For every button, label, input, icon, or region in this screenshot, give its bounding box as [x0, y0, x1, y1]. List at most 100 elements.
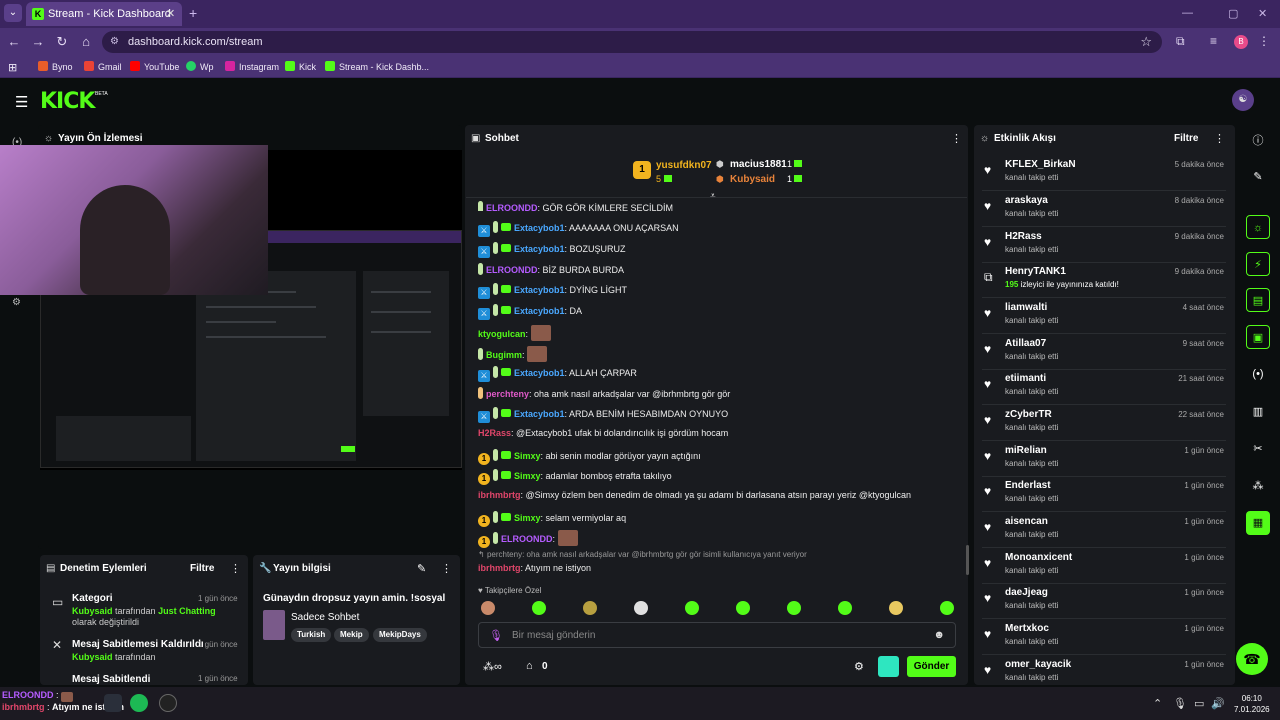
chat-toggle-icon[interactable]: ▣	[1246, 325, 1270, 349]
tag-mekipdays[interactable]: MekipDays	[373, 628, 427, 642]
chat-message[interactable]: 1 ELROONDD:	[478, 530, 578, 548]
chat-menu-icon[interactable]: ⋮	[951, 132, 962, 145]
tools-icon[interactable]: ✂	[1246, 437, 1270, 461]
lightning-icon[interactable]: ⚡	[1246, 252, 1270, 276]
chat-message[interactable]: H2Rass: @Extacybob1 ufak bi dolandırıcıl…	[478, 428, 728, 438]
activity-item[interactable]: ♥ Monoanxicent kanalı takip etti 1 gün önce	[982, 550, 1226, 584]
chat-message[interactable]: ⚔ Extacybob1: ALLAH ÇARPAR	[478, 366, 637, 382]
chat-message[interactable]: ktyogulcan:	[478, 325, 551, 341]
chat-message[interactable]: 1 Simxy: selam vermiyolar aq	[478, 511, 626, 527]
settings-gear-icon[interactable]: ⚙	[12, 297, 21, 308]
forward-icon[interactable]: →	[30, 34, 46, 49]
browser-menu-icon[interactable]: ⋮	[1258, 34, 1270, 48]
preview-toggle-icon[interactable]: ☼	[1246, 215, 1270, 239]
activity-filter-button[interactable]: Filtre	[1174, 133, 1198, 144]
microphone-icon[interactable]: 🎙	[489, 629, 503, 642]
community-icon[interactable]: ⁂	[1246, 474, 1270, 498]
activity-item[interactable]: ♥ aisencan kanalı takip etti 1 gün önce	[982, 514, 1226, 548]
moderation-filter-button[interactable]: Filtre	[190, 563, 214, 574]
tag-mekip[interactable]: Mekip	[334, 628, 369, 642]
taskbar-app-icon[interactable]	[104, 694, 122, 712]
emoji-icon[interactable]: ☻	[933, 629, 945, 641]
hamburger-menu-icon[interactable]: ☰	[15, 93, 28, 111]
bookmark-gmail[interactable]: Gmail	[84, 61, 122, 72]
layers-icon[interactable]: ▥	[1246, 400, 1270, 424]
reload-icon[interactable]: ↻	[54, 34, 70, 50]
send-button[interactable]: Gönder	[907, 656, 956, 677]
home-icon[interactable]: ⌂	[78, 34, 94, 49]
chat-message[interactable]: perchteny: oha amk nasıl arkadşalar var …	[478, 387, 730, 399]
followers-only-label[interactable]: ♥ Takipçilere Özel	[478, 586, 541, 595]
maximize-icon[interactable]: ▢	[1228, 7, 1238, 20]
activity-item[interactable]: ♥ zCyberTR kanalı takip etti 22 saat önce	[982, 407, 1226, 441]
activity-item[interactable]: ♥ omer_kayacik kanalı takip etti 1 gün önce	[982, 657, 1226, 684]
kick-logo[interactable]: KICK	[40, 89, 95, 114]
site-info-icon[interactable]: ⚙	[110, 36, 119, 47]
activity-item[interactable]: ♥ Atillaa07 kanalı takip etti 9 saat önce	[982, 336, 1226, 370]
chat-settings-icon[interactable]: ⚙	[854, 660, 864, 673]
infinity-points-icon[interactable]: ⁂∞	[483, 660, 502, 673]
chat-message[interactable]: ibrhmbrtg: Atıyım ne istiyon	[478, 563, 591, 573]
help-support-icon[interactable]: ☎	[1236, 643, 1268, 675]
spotify-icon[interactable]	[130, 694, 148, 712]
emote-picker-item[interactable]	[940, 601, 954, 615]
volume-icon[interactable]: 🔊	[1211, 697, 1225, 710]
obs-icon[interactable]	[159, 694, 177, 712]
chat-message-input[interactable]: 🎙 Bir mesaj gönderin ☻	[478, 622, 956, 648]
tab-kick-dashboard[interactable]: K Stream - Kick Dashboard ✕	[26, 2, 182, 26]
tray-chevron-icon[interactable]: ⌃	[1153, 697, 1162, 710]
emote-picker-item[interactable]	[583, 601, 597, 615]
url-field[interactable]: ⚙ dashboard.kick.com/stream ☆	[102, 31, 1162, 53]
activity-item[interactable]: ♥ Enderlast kanalı takip etti 1 gün önce	[982, 478, 1226, 512]
browser-profile-avatar[interactable]: B	[1234, 35, 1248, 49]
chat-message[interactable]: ibrhmbrtg: @Simxy özlem ben denedim de o…	[478, 490, 911, 500]
stream-info-menu-icon[interactable]: ⋮	[441, 562, 452, 575]
activity-item[interactable]: ♥ etiimanti kanalı takip etti 21 saat önce	[982, 371, 1226, 405]
emote-picker-item[interactable]	[838, 601, 852, 615]
activity-item[interactable]: ♥ liamwalti kanalı takip etti 4 saat önce	[982, 300, 1226, 334]
activity-item[interactable]: ♥ daeJjeag kanalı takip etti 1 gün önce	[982, 585, 1226, 619]
activity-item[interactable]: ⧉ HenryTANK1 195 izleyici ile yayınınıza k…	[982, 264, 1226, 298]
tag-turkish[interactable]: Turkish	[291, 628, 332, 642]
chat-message[interactable]: ⚔ Extacybob1: BOZUŞURUZ	[478, 242, 626, 258]
emote-picker-item[interactable]	[889, 601, 903, 615]
minimize-icon[interactable]: —	[1182, 7, 1193, 19]
gifter-3-name[interactable]: Kubysaid	[730, 174, 775, 185]
new-tab-icon[interactable]: +	[189, 5, 197, 21]
bookmark-instagram[interactable]: Instagram	[225, 61, 279, 72]
tab-search-chevron-icon[interactable]: ⌄	[4, 4, 22, 22]
user-avatar[interactable]: ☯	[1232, 89, 1254, 111]
bookmark-stream-dashboard[interactable]: Stream - Kick Dashb...	[325, 61, 429, 72]
activity-item[interactable]: ♥ Mertxkoc kanalı takip etti 1 gün önce	[982, 621, 1226, 655]
tab-close-icon[interactable]: ✕	[166, 7, 175, 20]
bookmark-wp[interactable]: Wp	[186, 61, 214, 72]
notes-icon[interactable]: ▤	[1246, 288, 1270, 312]
activity-menu-icon[interactable]: ⋮	[1214, 132, 1225, 145]
microphone-tray-icon[interactable]: 🎙	[1173, 697, 1187, 710]
chat-message[interactable]: ⚔ Extacybob1: ARDA BENİM HESABIMDAN OYNUY…	[478, 407, 728, 423]
activity-item[interactable]: ♥ araskaya kanalı takip etti 8 dakika önce	[982, 193, 1226, 227]
chat-scrollbar[interactable]	[966, 545, 969, 575]
chat-message[interactable]: Bugimm:	[478, 346, 548, 362]
moderation-menu-icon[interactable]: ⋮	[230, 562, 241, 575]
edit-icon[interactable]: ✎	[1246, 165, 1270, 189]
emote-picker-item[interactable]	[481, 601, 495, 615]
chat-message[interactable]: ELROONDD: GÖR GÖR KİMLERE SEÇİLDİM	[478, 201, 673, 211]
broadcast-icon[interactable]: (•)	[1246, 362, 1270, 386]
window-close-icon[interactable]: ✕	[1258, 7, 1267, 20]
bookmark-star-icon[interactable]: ☆	[1140, 34, 1152, 50]
chat-message[interactable]: ⚔ Extacybob1: AAAAAAA ONU AÇARSAN	[478, 221, 679, 237]
store-icon[interactable]: ⌂	[526, 660, 533, 672]
chat-message[interactable]: ⚔ Extacybob1: DYİNG LİGHT	[478, 283, 627, 299]
bookmark-byno[interactable]: Byno	[38, 61, 73, 72]
top-gifter-name[interactable]: yusufdkn07	[656, 160, 712, 171]
edit-pencil-icon[interactable]: ✎	[417, 562, 426, 575]
layout-icon[interactable]: ▦	[1246, 511, 1270, 535]
chat-message[interactable]: 1 Simxy: adamlar bomboş etrafta takılıyo	[478, 469, 672, 485]
chat-message[interactable]: 1 Simxy: abi senin modlar görüyor yayın a…	[478, 449, 701, 465]
chat-message[interactable]: ELROONDD: BİZ BURDA BURDA	[478, 263, 624, 275]
info-icon[interactable]: ⓘ	[1246, 129, 1270, 153]
activity-item[interactable]: ♥ H2Rass kanalı takip etti 9 dakika önce	[982, 229, 1226, 263]
activity-item[interactable]: ♥ KFLEX_BirkaN kanalı takip etti 5 dakika ö…	[982, 157, 1226, 191]
emote-picker-item[interactable]	[634, 601, 648, 615]
